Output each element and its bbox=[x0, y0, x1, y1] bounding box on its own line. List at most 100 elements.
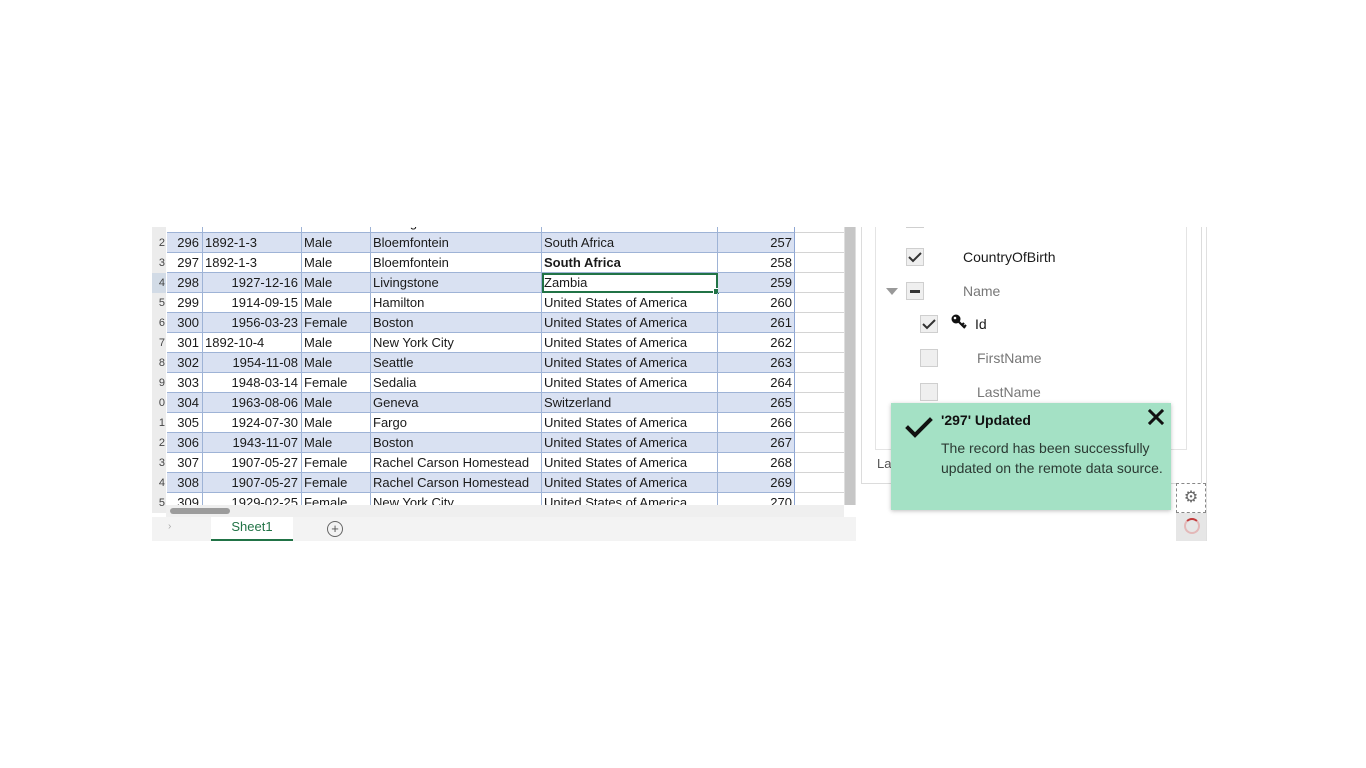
cell-gender[interactable]: Male bbox=[302, 393, 371, 413]
row-header[interactable]: 2 bbox=[152, 433, 166, 453]
cell-gender[interactable]: Male bbox=[302, 353, 371, 373]
cell-country[interactable]: United States of America bbox=[542, 353, 718, 373]
row-header[interactable]: 4 bbox=[152, 273, 166, 293]
cell-number[interactable]: 258 bbox=[718, 253, 795, 273]
row-header[interactable]: 3 bbox=[152, 253, 166, 273]
cell-date[interactable]: 1943-11-07 bbox=[203, 433, 302, 453]
row-header[interactable]: 2 bbox=[152, 233, 166, 253]
cell-city[interactable]: Seattle bbox=[371, 353, 542, 373]
cell-country[interactable]: United States of America bbox=[542, 453, 718, 473]
cell-id[interactable]: 302 bbox=[167, 353, 203, 373]
cell-gender[interactable]: Male bbox=[302, 333, 371, 353]
cell-gender[interactable]: Male bbox=[302, 293, 371, 313]
cell-country[interactable]: United States of America bbox=[542, 313, 718, 333]
cell-id[interactable]: 299 bbox=[167, 293, 203, 313]
field-checkbox[interactable] bbox=[920, 383, 938, 401]
cell-number[interactable]: 266 bbox=[718, 413, 795, 433]
cell-id[interactable]: 308 bbox=[167, 473, 203, 493]
cell-city[interactable]: Rachel Carson Homestead bbox=[371, 473, 542, 493]
field-checkbox[interactable] bbox=[906, 227, 924, 228]
cell-empty[interactable] bbox=[795, 333, 844, 353]
cell-gender[interactable]: Female bbox=[302, 453, 371, 473]
cell-id[interactable]: 297 bbox=[167, 253, 203, 273]
row-header[interactable]: 5 bbox=[152, 493, 166, 513]
horizontal-scrollbar-thumb[interactable] bbox=[170, 508, 230, 514]
cell-empty[interactable] bbox=[795, 353, 844, 373]
cell-number[interactable]: 257 bbox=[718, 233, 795, 253]
cell-empty[interactable] bbox=[795, 373, 844, 393]
cell-city[interactable]: Bloemfontein bbox=[371, 233, 542, 253]
cell-date[interactable]: 1892-10-4 bbox=[203, 333, 302, 353]
field-checkbox[interactable] bbox=[920, 349, 938, 367]
row-header[interactable]: 0 bbox=[152, 393, 166, 413]
cell-number[interactable]: 268 bbox=[718, 453, 795, 473]
cell-date[interactable]: 1924-07-30 bbox=[203, 413, 302, 433]
cell-number[interactable]: 267 bbox=[718, 433, 795, 453]
cell-city[interactable]: Livingstone bbox=[371, 273, 542, 293]
cell-date[interactable]: 1907-05-27 bbox=[203, 473, 302, 493]
cell-empty[interactable] bbox=[795, 453, 844, 473]
cell-id[interactable]: 298 bbox=[167, 273, 203, 293]
cell-city[interactable]: New York City bbox=[371, 333, 542, 353]
cell-gender[interactable]: Male bbox=[302, 433, 371, 453]
cell-gender[interactable]: Male bbox=[302, 273, 371, 293]
add-sheet-icon[interactable]: + bbox=[327, 521, 343, 537]
cell-empty[interactable] bbox=[795, 413, 844, 433]
cell-country[interactable]: United States of America bbox=[542, 333, 718, 353]
row-header[interactable]: 6 bbox=[152, 313, 166, 333]
selected-cell[interactable]: Zambia bbox=[542, 273, 720, 295]
cell-number[interactable]: 263 bbox=[718, 353, 795, 373]
row-header[interactable]: 5 bbox=[152, 293, 166, 313]
vertical-scrollbar-thumb[interactable] bbox=[845, 227, 855, 505]
sheet-tab[interactable]: Sheet1 bbox=[211, 517, 293, 541]
cell-gender[interactable]: Female bbox=[302, 473, 371, 493]
cell-gender[interactable]: Female bbox=[302, 373, 371, 393]
row-header[interactable]: 4 bbox=[152, 473, 166, 493]
cell-city[interactable]: Boston bbox=[371, 433, 542, 453]
cell-city[interactable]: Boston bbox=[371, 313, 542, 333]
cell-city[interactable]: Rachel Carson Homestead bbox=[371, 453, 542, 473]
field-checkbox[interactable] bbox=[920, 315, 938, 333]
settings-button[interactable]: ⚙ bbox=[1176, 483, 1206, 513]
cell-empty[interactable] bbox=[795, 473, 844, 493]
cell-country[interactable]: United States of America bbox=[542, 293, 718, 313]
cell-number[interactable]: 262 bbox=[718, 333, 795, 353]
cell-city[interactable]: Sedalia bbox=[371, 373, 542, 393]
cell-gender[interactable]: Male bbox=[302, 413, 371, 433]
row-header[interactable]: 1 bbox=[152, 413, 166, 433]
row-header[interactable]: 8 bbox=[152, 353, 166, 373]
cell-date[interactable]: 1963-08-06 bbox=[203, 393, 302, 413]
cell-country[interactable]: Switzerland bbox=[542, 393, 718, 413]
cell-country[interactable]: United States of America bbox=[542, 413, 718, 433]
cell-id[interactable]: 303 bbox=[167, 373, 203, 393]
cell-number[interactable]: 264 bbox=[718, 373, 795, 393]
cell-country[interactable]: United States of America bbox=[542, 433, 718, 453]
field-item[interactable]: FirstName bbox=[861, 343, 1181, 373]
cell-gender[interactable]: Female bbox=[302, 313, 371, 333]
cell-number[interactable]: 269 bbox=[718, 473, 795, 493]
cell-gender[interactable]: Male bbox=[302, 253, 371, 273]
close-icon[interactable] bbox=[1147, 408, 1165, 431]
expand-arrow-icon[interactable] bbox=[886, 288, 898, 295]
row-header[interactable]: 7 bbox=[152, 333, 166, 353]
cell-empty[interactable] bbox=[795, 253, 844, 273]
cell-city[interactable]: Fargo bbox=[371, 413, 542, 433]
cell-empty[interactable] bbox=[795, 233, 844, 253]
row-header[interactable]: 9 bbox=[152, 373, 166, 393]
cell-empty[interactable] bbox=[795, 293, 844, 313]
cell-date[interactable]: 1956-03-23 bbox=[203, 313, 302, 333]
cell-country[interactable]: South Africa bbox=[542, 233, 718, 253]
field-item[interactable]: City bbox=[861, 227, 1181, 234]
cell-id[interactable]: 306 bbox=[167, 433, 203, 453]
cell-number[interactable]: 265 bbox=[718, 393, 795, 413]
field-item[interactable]: Name bbox=[861, 276, 1181, 306]
cell-gender[interactable]: Male bbox=[302, 233, 371, 253]
cell-id[interactable]: 301 bbox=[167, 333, 203, 353]
cell-city[interactable]: Geneva bbox=[371, 393, 542, 413]
cell-number[interactable]: 261 bbox=[718, 313, 795, 333]
cell-id[interactable]: 300 bbox=[167, 313, 203, 333]
cell-date[interactable]: 1954-11-08 bbox=[203, 353, 302, 373]
cell-id[interactable]: 305 bbox=[167, 413, 203, 433]
cell-number[interactable]: 259 bbox=[718, 273, 795, 293]
cell-number[interactable]: 260 bbox=[718, 293, 795, 313]
